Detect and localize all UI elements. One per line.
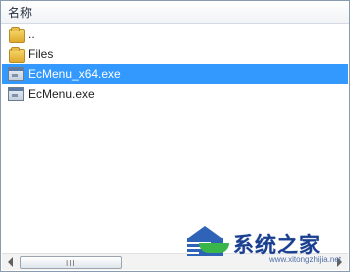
folder-icon [8, 46, 25, 63]
file-name: .. [28, 27, 35, 41]
watermark-url: www.xitongzhijia.net [269, 255, 342, 264]
file-name: EcMenu.exe [28, 87, 95, 101]
watermark: 系统之家 www.xitongzhijia.net [171, 221, 345, 264]
file-list: .. Files EcMenu_x64.exe EcMenu.exe [2, 24, 348, 104]
folder-icon [8, 26, 25, 43]
list-item[interactable]: EcMenu.exe [2, 84, 348, 104]
list-item-selected[interactable]: EcMenu_x64.exe [2, 64, 348, 84]
file-list-window: 名称 .. Files EcMenu_x64.exe EcMenu.exe II… [0, 0, 350, 272]
column-header-name[interactable]: 名称 [8, 4, 32, 21]
scrollbar-thumb[interactable]: III [20, 256, 122, 269]
file-name: Files [28, 47, 54, 61]
house-logo-icon [171, 221, 239, 261]
exe-icon [8, 66, 24, 82]
column-header[interactable]: 名称 [1, 1, 349, 24]
file-name: EcMenu_x64.exe [28, 67, 121, 81]
exe-icon [8, 86, 24, 102]
list-item[interactable]: .. [2, 24, 348, 44]
scroll-left-arrow-icon[interactable] [8, 257, 13, 267]
list-item[interactable]: Files [2, 44, 348, 64]
grip-icon: III [66, 259, 76, 268]
